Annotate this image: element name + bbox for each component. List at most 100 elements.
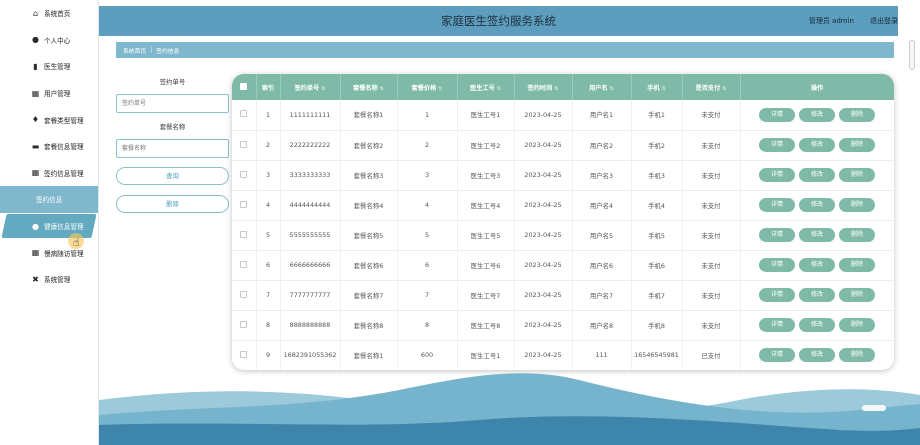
edit-button[interactable]: 修改 xyxy=(799,107,835,122)
paid-status-cell: 未支付 xyxy=(682,220,741,250)
select-all-checkbox[interactable] xyxy=(232,74,257,100)
detail-button[interactable]: 详情 xyxy=(759,107,795,122)
edit-button[interactable]: 修改 xyxy=(799,168,835,182)
index-cell: 8 xyxy=(256,310,281,340)
row-actions: 详情 修改 删除 xyxy=(740,160,894,190)
breadcrumb-home[interactable]: 系统首页 xyxy=(123,46,146,55)
edit-button[interactable]: 修改 xyxy=(799,258,835,272)
page-scrollbar[interactable] xyxy=(909,40,915,70)
delete-button[interactable]: 删除 xyxy=(839,228,875,242)
grid-icon: ▦ xyxy=(31,248,40,258)
table-row[interactable]: 5 5555555555 套餐名称5 5 医生工号5 2023-04-25 用户名5 手机5 未… xyxy=(232,220,894,250)
detail-button[interactable]: 详情 xyxy=(759,198,795,212)
edit-button[interactable]: 修改 xyxy=(799,288,835,302)
mouse-pointer-icon: ☝ xyxy=(73,236,80,249)
delete-button[interactable]: 删除 xyxy=(839,258,875,272)
detail-button[interactable]: 详情 xyxy=(759,288,795,302)
order-no-input[interactable] xyxy=(116,94,229,113)
row-checkbox[interactable] xyxy=(232,130,257,160)
column-header-label: 套餐名称 xyxy=(353,84,378,92)
delete-button[interactable]: 删除 xyxy=(839,318,875,332)
row-actions: 详情 修改 删除 xyxy=(740,280,894,310)
order-no-label: 签约单号 xyxy=(159,78,186,86)
sort-arrows-icon[interactable]: ⇅ xyxy=(438,86,442,92)
row-actions: 详情 修改 删除 xyxy=(740,250,894,280)
column-header: 操作 xyxy=(740,74,894,100)
sidebar-item[interactable]: ● 个人中心 xyxy=(0,27,98,54)
doctor-id-cell: 医生工号5 xyxy=(457,220,515,250)
sort-arrows-icon[interactable]: ⇅ xyxy=(610,86,614,92)
row-checkbox[interactable] xyxy=(232,310,257,340)
detail-button[interactable]: 详情 xyxy=(759,318,795,332)
row-checkbox[interactable] xyxy=(232,190,257,220)
row-checkbox[interactable] xyxy=(232,160,257,190)
doctor-id-cell: 医生工号3 xyxy=(457,160,515,190)
order-no-cell: 3333333333 xyxy=(280,160,341,190)
sidebar-item[interactable]: ⌂ 系统首页 xyxy=(0,0,98,27)
sort-arrows-icon[interactable]: ⇅ xyxy=(380,86,384,92)
sidebar-item[interactable]: ▦ 签约信息管理 xyxy=(0,160,98,187)
sidebar-item[interactable]: ♦ 套餐类型管理 xyxy=(0,106,98,133)
paid-status-cell: 未支付 xyxy=(682,310,741,340)
sidebar-item[interactable]: ● 健康信息管理 xyxy=(0,213,98,240)
detail-button[interactable]: 详情 xyxy=(759,138,795,152)
sidebar-item-label: 套餐类型管理 xyxy=(44,116,84,125)
row-checkbox[interactable] xyxy=(232,280,257,310)
table-row[interactable]: 2 2222222222 套餐名称2 2 医生工号2 2023-04-25 用户名2 手机2 未… xyxy=(232,130,894,160)
delete-button[interactable]: 删除 xyxy=(839,138,875,152)
contract-date-cell: 2023-04-25 xyxy=(514,190,573,220)
price-cell: 3 xyxy=(397,160,458,190)
index-cell: 1 xyxy=(256,100,281,130)
batch-delete-button[interactable]: 删除 xyxy=(116,195,229,213)
package-name-cell: 套餐名称4 xyxy=(340,190,398,220)
sidebar-item[interactable]: ▬ 套餐信息管理 xyxy=(0,133,98,160)
package-name-input[interactable] xyxy=(116,139,229,158)
row-checkbox[interactable] xyxy=(232,220,257,250)
corner-widget[interactable] xyxy=(862,405,886,411)
table-row[interactable]: 7 7777777777 套餐名称7 7 医生工号7 2023-04-25 用户名7 手机7 未… xyxy=(232,280,894,310)
detail-button[interactable]: 详情 xyxy=(759,168,795,182)
table-row[interactable]: 1 1111111111 套餐名称1 1 医生工号1 2023-04-25 用户名1 手机1 未… xyxy=(232,100,894,130)
checkbox-icon xyxy=(240,290,248,298)
delete-button[interactable]: 删除 xyxy=(839,168,875,182)
table-row[interactable]: 6 6666666666 套餐名称6 6 医生工号6 2023-04-25 用户名6 手机6 未… xyxy=(232,250,894,280)
column-header: 手机 ⇅ xyxy=(631,74,683,100)
delete-button[interactable]: 删除 xyxy=(839,288,875,302)
table-row[interactable]: 3 3333333333 套餐名称3 3 医生工号3 2023-04-25 用户名3 手机3 未… xyxy=(232,160,894,190)
table-row[interactable]: 8 8888888888 套餐名称8 8 医生工号8 2023-04-25 用户名8 手机8 未… xyxy=(232,310,894,340)
sort-arrows-icon[interactable]: ⇅ xyxy=(554,86,558,92)
sort-arrows-icon[interactable]: ⇅ xyxy=(722,86,726,92)
logout-link[interactable]: 退出登录 xyxy=(870,16,898,26)
sidebar-item[interactable]: ✖ 系统管理 xyxy=(0,266,98,293)
sidebar-item[interactable]: 签约信息 xyxy=(0,186,98,213)
query-button[interactable]: 查询 xyxy=(116,167,229,185)
breadcrumb-separator: | xyxy=(150,47,153,53)
sort-arrows-icon[interactable]: ⇅ xyxy=(662,86,666,92)
price-cell: 2 xyxy=(397,130,458,160)
column-header-label: 用户名 xyxy=(589,84,608,92)
username-cell: 用户名3 xyxy=(572,160,632,190)
row-actions: 详情 修改 删除 xyxy=(740,130,894,160)
phone-cell: 手机2 xyxy=(631,130,683,160)
sidebar-item[interactable]: ▦ 用户管理 xyxy=(0,80,98,107)
delete-button[interactable]: 删除 xyxy=(839,107,875,122)
detail-button[interactable]: 详情 xyxy=(759,258,795,272)
order-no-cell: 8888888888 xyxy=(280,310,341,340)
grid-icon: ▦ xyxy=(31,168,40,178)
column-header-label: 套餐价格 xyxy=(411,84,437,92)
index-cell: 7 xyxy=(256,280,281,310)
edit-button[interactable]: 修改 xyxy=(799,138,835,152)
edit-button[interactable]: 修改 xyxy=(799,318,835,332)
edit-button[interactable]: 修改 xyxy=(799,198,835,212)
row-checkbox[interactable] xyxy=(232,100,257,130)
sort-arrows-icon[interactable]: ⇅ xyxy=(321,86,325,92)
detail-button[interactable]: 详情 xyxy=(759,228,795,242)
row-checkbox[interactable] xyxy=(232,250,257,280)
edit-button[interactable]: 修改 xyxy=(799,228,835,242)
table-row[interactable]: 4 4444444444 套餐名称4 4 医生工号4 2023-04-25 用户名4 手机4 未… xyxy=(232,190,894,220)
top-header: 家庭医生签约服务系统 管理员 admin 退出登录 xyxy=(99,6,898,36)
sidebar-item-label: 用户管理 xyxy=(44,90,71,99)
delete-button[interactable]: 删除 xyxy=(839,198,875,212)
sidebar-item[interactable]: ▮ 医生管理 xyxy=(0,53,98,80)
sort-arrows-icon[interactable]: ⇅ xyxy=(497,86,501,92)
